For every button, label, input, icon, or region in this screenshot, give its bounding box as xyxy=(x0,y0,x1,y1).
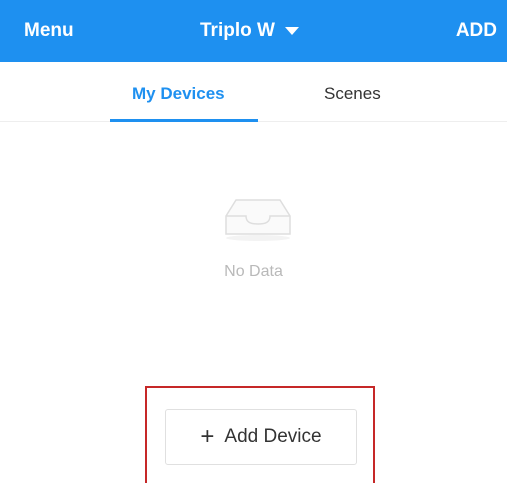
empty-state-message: No Data xyxy=(224,263,283,280)
home-name: Triplo W xyxy=(200,20,275,41)
plus-icon: + xyxy=(200,423,215,450)
add-button[interactable]: ADD xyxy=(456,20,497,42)
add-device-label: Add Device xyxy=(224,426,322,447)
top-app-bar: Menu Triplo W ADD xyxy=(0,0,507,62)
menu-button[interactable]: Menu xyxy=(24,20,74,42)
tab-my-devices[interactable]: My Devices xyxy=(132,84,225,104)
add-device-button[interactable]: + Add Device xyxy=(165,409,357,465)
smart-home-app: Menu Triplo W ADD My Devices Scenes No D… xyxy=(0,0,507,483)
empty-inbox-icon xyxy=(225,199,291,241)
active-tab-indicator xyxy=(110,119,258,122)
caret-down-icon xyxy=(284,27,299,35)
tab-scenes[interactable]: Scenes xyxy=(324,84,381,104)
home-selector[interactable]: Triplo W xyxy=(200,20,299,42)
tab-bar: My Devices Scenes xyxy=(0,62,507,122)
